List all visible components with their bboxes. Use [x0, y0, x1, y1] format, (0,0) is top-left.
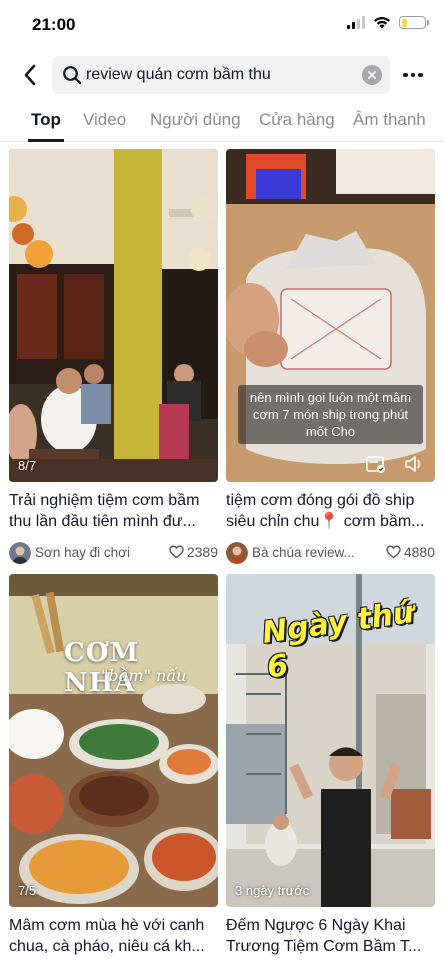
search-icon [63, 66, 82, 85]
result-card[interactable]: Ngày thứ 6 3 ngày trước Đếm Ngược 6 Ngày… [226, 574, 435, 959]
tab-shop[interactable]: Cửa hàng [259, 110, 335, 130]
result-card[interactable]: nên mình gọi luôn một mâm cơm 7 món ship… [226, 149, 435, 565]
tab-users[interactable]: Người dùng [150, 110, 241, 130]
dot [410, 72, 416, 78]
signal-icon [347, 16, 365, 29]
avatar[interactable] [226, 542, 248, 564]
date-badge: 7/5 [18, 883, 37, 898]
battery-icon [399, 16, 429, 29]
dot [403, 72, 408, 78]
restaurant-interior-image [9, 149, 218, 482]
video-meta: Sơn hay đi chơi 2389 [9, 541, 218, 565]
status-icons [347, 16, 429, 29]
result-card[interactable]: CƠM NHÀ "bầm" nấu 7/5 Mâm cơm mùa hè với… [9, 574, 218, 959]
status-time: 21:00 [32, 15, 76, 34]
video-title[interactable]: Trải nghiệm tiệm cơm bầm thu lần đầu tiê… [9, 490, 218, 534]
author-name[interactable]: Bà chúa review... [252, 545, 362, 560]
close-icon [368, 71, 376, 79]
search-tabs: Top Video Người dùng Cửa hàng Âm thanh [0, 104, 444, 142]
avatar[interactable] [9, 542, 31, 564]
dot [418, 72, 423, 78]
video-thumbnail[interactable]: CƠM NHÀ "bầm" nấu 7/5 [9, 574, 218, 907]
author-name[interactable]: Sơn hay đi chơi [35, 545, 145, 560]
tab-video[interactable]: Video [83, 110, 126, 130]
tab-top[interactable]: Top [31, 110, 61, 130]
overlay-subtitle: "bầm" nấu [101, 666, 187, 685]
active-tab-indicator [28, 139, 64, 142]
clear-search-button[interactable] [362, 65, 382, 85]
like-count-value: 4880 [403, 544, 435, 560]
family-meal-image [9, 574, 218, 907]
volume-icon[interactable] [403, 454, 425, 474]
search-box[interactable] [52, 56, 390, 94]
video-thumbnail[interactable]: nên mình gọi luôn một mâm cơm 7 món ship… [226, 149, 435, 482]
like-count: 2389 [169, 544, 218, 560]
wifi-icon [374, 16, 390, 29]
video-title[interactable]: Mâm cơm mùa hè với canh chua, cà pháo, n… [9, 915, 218, 959]
search-row [0, 54, 444, 96]
product-icon[interactable] [365, 454, 387, 474]
like-count: 4880 [386, 544, 435, 560]
video-title[interactable]: tiệm cơm đóng gói đồ ship siêu chỉn chu📍… [226, 490, 435, 534]
tab-sounds[interactable]: Âm thanh [353, 110, 426, 130]
video-meta: Bà chúa review... 4880 [226, 541, 435, 565]
heart-icon [386, 545, 401, 559]
video-thumbnail[interactable]: 8/7 [9, 149, 218, 482]
chevron-left-icon [24, 64, 36, 86]
video-title[interactable]: Đếm Ngược 6 Ngày Khai Trương Tiệm Cơm Bầ… [226, 915, 435, 959]
date-badge: 3 ngày trước [235, 883, 310, 898]
status-bar: 21:00 [0, 0, 444, 50]
video-thumbnail[interactable]: Ngày thứ 6 3 ngày trước [226, 574, 435, 907]
back-button[interactable] [16, 61, 44, 89]
result-card[interactable]: 8/7 Trải nghiệm tiệm cơm bầm thu lần đầu… [9, 149, 218, 565]
heart-icon [169, 545, 184, 559]
more-options-button[interactable] [402, 64, 424, 86]
video-caption: nên mình gọi luôn một mâm cơm 7 món ship… [238, 385, 423, 444]
date-badge: 8/7 [18, 458, 37, 473]
like-count-value: 2389 [186, 544, 218, 560]
search-input[interactable] [86, 56, 346, 94]
